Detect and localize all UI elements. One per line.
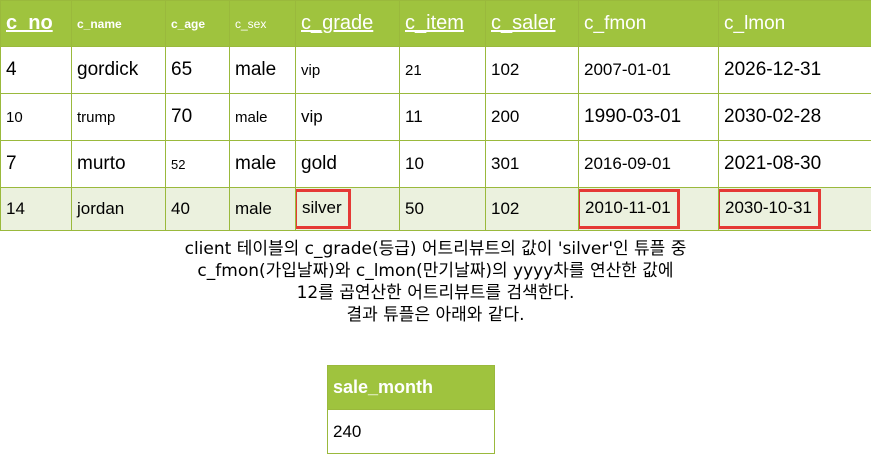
cell-c_name: jordan	[71, 187, 166, 231]
table-header-row: c_no c_name c_age c_sex c_grade c_item c…	[0, 0, 871, 47]
cell-c_saler: 200	[485, 93, 579, 141]
col-header-c_lmon: c_lmon	[718, 0, 871, 47]
query-description: client 테이블의 c_grade(등급) 어트리뷰트의 값이 'silve…	[0, 238, 871, 326]
table-row: 4 gordick 65 male vip 21 102 2007-01-01 …	[0, 46, 871, 94]
cell-c_name: murto	[71, 140, 166, 188]
client-table: c_no c_name c_age c_sex c_grade c_item c…	[0, 0, 871, 231]
cell-c_saler: 102	[485, 187, 579, 231]
col-header-sale_month: sale_month	[327, 365, 495, 410]
result-row: 240	[327, 409, 495, 454]
cell-c_fmon: 2010-11-01	[578, 187, 719, 231]
cell-c_lmon: 2021-08-30	[718, 140, 871, 188]
cell-c_sex: male	[229, 140, 296, 188]
cell-sale_month: 240	[327, 409, 495, 454]
cell-c_no: 7	[0, 140, 72, 188]
col-header-c_item: c_item	[399, 0, 486, 47]
description-line: 12를 곱연산한 어트리뷰트를 검색한다.	[296, 283, 575, 303]
cell-c_no: 4	[0, 46, 72, 94]
cell-c_fmon: 2007-01-01	[578, 46, 719, 94]
description-line: client 테이블의 c_grade(등급) 어트리뷰트의 값이 'silve…	[184, 239, 687, 259]
cell-c_sex: male	[229, 93, 296, 141]
result-header-row: sale_month	[327, 365, 495, 410]
cell-c_grade: gold	[295, 140, 400, 188]
description-line: 결과 튜플은 아래와 같다.	[346, 305, 525, 325]
table-row-highlighted: 14 jordan 40 male silver 50 102 2010-11-…	[0, 187, 871, 231]
cell-c_sex: male	[229, 187, 296, 231]
table-row: 7 murto 52 male gold 10 301 2016-09-01 2…	[0, 140, 871, 188]
highlight-box-fmon: 2010-11-01	[579, 189, 680, 229]
cell-c_lmon: 2030-10-31	[718, 187, 871, 231]
description-line: c_fmon(가입날짜)와 c_lmon(만기날짜)의 yyyy차를 연산한 값…	[197, 261, 674, 281]
cell-c_grade: vip	[295, 93, 400, 141]
cell-c_grade: vip	[295, 46, 400, 94]
table-row: 10 trump 70 male vip 11 200 1990-03-01 2…	[0, 93, 871, 141]
cell-c_item: 11	[399, 93, 486, 141]
cell-c_age: 40	[165, 187, 230, 231]
cell-c_name: gordick	[71, 46, 166, 94]
col-header-c_saler: c_saler	[485, 0, 579, 47]
cell-c_saler: 102	[485, 46, 579, 94]
col-header-c_age: c_age	[165, 0, 230, 47]
col-header-c_no: c_no	[0, 0, 72, 47]
cell-c_item: 10	[399, 140, 486, 188]
cell-c_grade: silver	[295, 187, 400, 231]
cell-c_age: 52	[165, 140, 230, 188]
col-header-c_fmon: c_fmon	[578, 0, 719, 47]
col-header-c_sex: c_sex	[229, 0, 296, 47]
cell-c_name: trump	[71, 93, 166, 141]
cell-c_no: 14	[0, 187, 72, 231]
cell-c_lmon: 2026-12-31	[718, 46, 871, 94]
cell-c_sex: male	[229, 46, 296, 94]
col-header-c_name: c_name	[71, 0, 166, 47]
cell-c_fmon: 1990-03-01	[578, 93, 719, 141]
highlight-box-grade: silver	[296, 189, 351, 229]
cell-c_age: 70	[165, 93, 230, 141]
cell-c_item: 21	[399, 46, 486, 94]
cell-c_age: 65	[165, 46, 230, 94]
cell-c_fmon: 2016-09-01	[578, 140, 719, 188]
col-header-c_grade: c_grade	[295, 0, 400, 47]
cell-c_item: 50	[399, 187, 486, 231]
cell-c_saler: 301	[485, 140, 579, 188]
cell-c_no: 10	[0, 93, 72, 141]
result-table: sale_month 240	[327, 365, 495, 454]
cell-c_lmon: 2030-02-28	[718, 93, 871, 141]
highlight-box-lmon: 2030-10-31	[719, 189, 821, 229]
